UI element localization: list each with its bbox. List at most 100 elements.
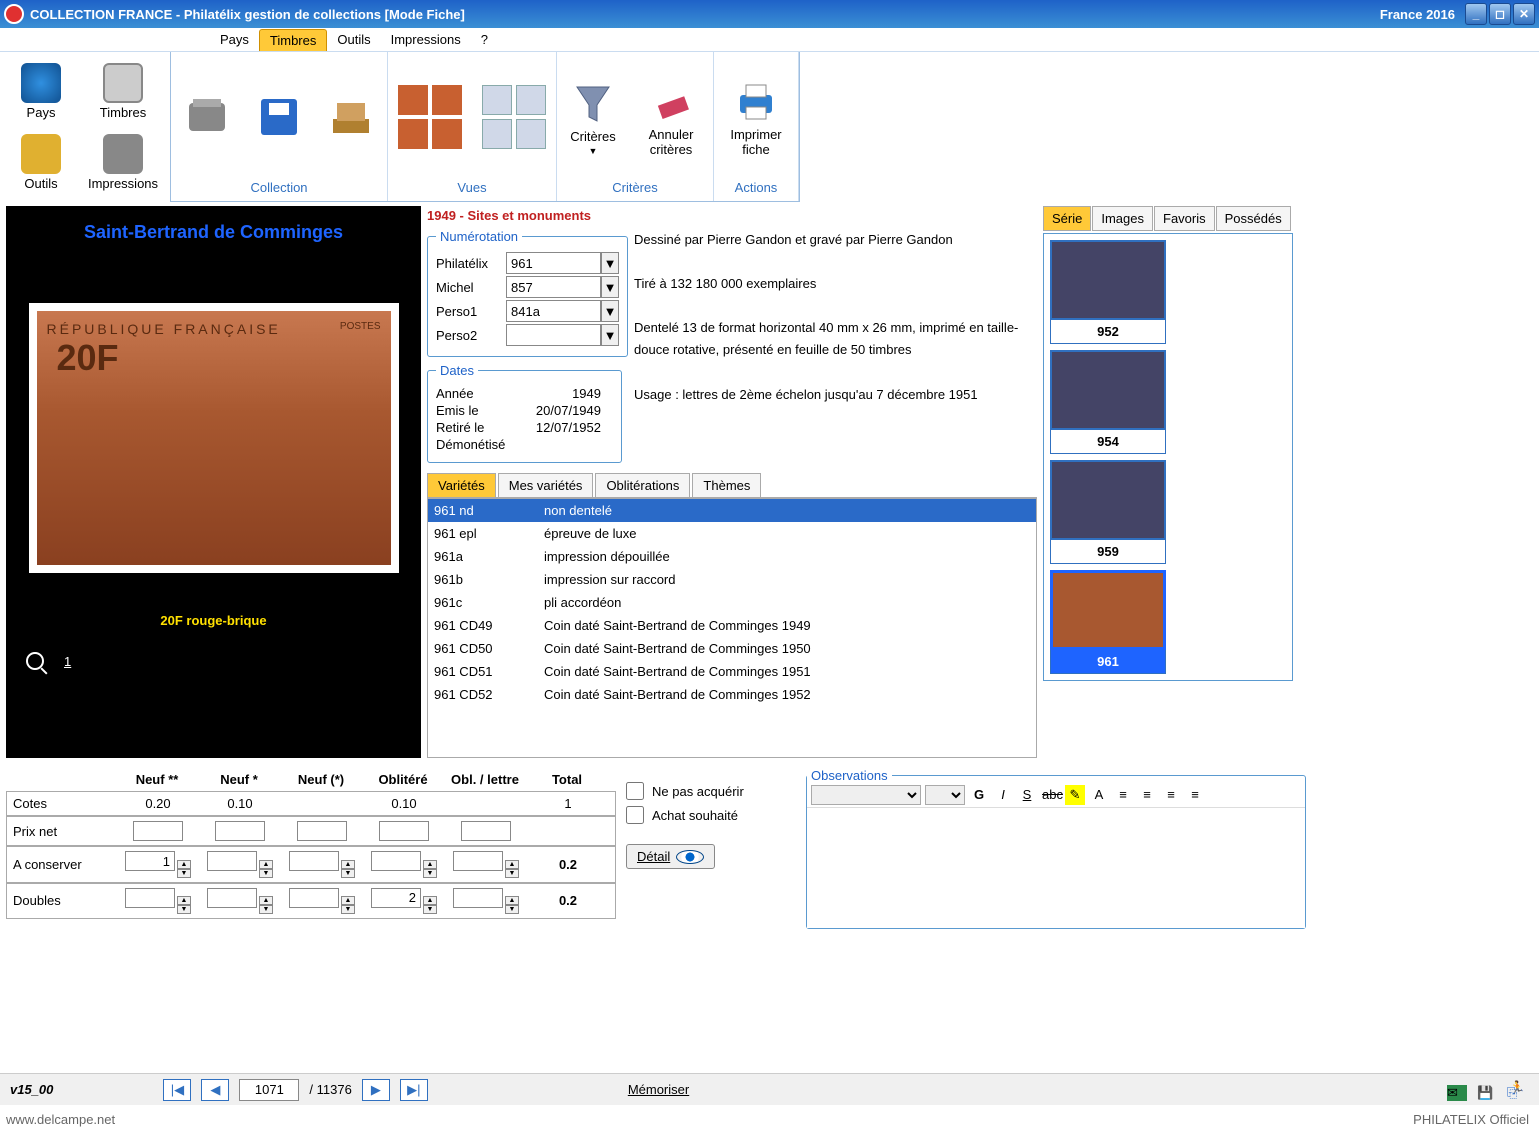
obs-underline[interactable]: S xyxy=(1017,785,1037,805)
nav-prev[interactable]: ◀ xyxy=(201,1079,229,1101)
vue-grid-3[interactable] xyxy=(398,119,428,149)
dbl-obl[interactable] xyxy=(371,888,421,908)
stamp-image[interactable]: RÉPUBLIQUE FRANÇAISEPOSTES 20F xyxy=(29,303,399,573)
obs-size-select[interactable] xyxy=(925,785,965,805)
tab-obliterations[interactable]: Oblitérations xyxy=(595,473,690,497)
rtab-images[interactable]: Images xyxy=(1092,206,1153,231)
variety-list[interactable]: 961 ndnon dentelé961 eplépreuve de luxe9… xyxy=(427,498,1037,758)
dbl-neuf2[interactable] xyxy=(125,888,175,908)
quick-impressions[interactable]: Impressions xyxy=(82,127,164,197)
rtab-serie[interactable]: Série xyxy=(1043,206,1091,231)
cons-neufp[interactable] xyxy=(289,851,339,871)
vue-list-1[interactable] xyxy=(482,85,512,115)
vue-grid-2[interactable] xyxy=(432,85,462,115)
obs-italic[interactable]: I xyxy=(993,785,1013,805)
dbl-neufp[interactable] xyxy=(289,888,339,908)
obs-bold[interactable]: G xyxy=(969,785,989,805)
exit-icon[interactable]: ⎘ xyxy=(1507,1085,1527,1101)
menu-impressions[interactable]: Impressions xyxy=(381,29,471,50)
maximize-button[interactable]: ◻ xyxy=(1489,3,1511,25)
perso2-input[interactable] xyxy=(506,324,601,346)
vue-grid-4[interactable] xyxy=(432,119,462,149)
perso1-input[interactable] xyxy=(506,300,601,322)
save-icon[interactable]: 💾 xyxy=(1477,1085,1497,1101)
thumbnail[interactable]: 959 xyxy=(1050,460,1166,564)
prix-obll[interactable] xyxy=(461,821,511,841)
philatelix-input[interactable] xyxy=(506,252,601,274)
perso2-drop[interactable]: ▼ xyxy=(601,324,619,346)
variety-row[interactable]: 961 ndnon dentelé xyxy=(428,499,1036,522)
obs-align-left[interactable]: ≡ xyxy=(1113,785,1133,805)
variety-row[interactable]: 961aimpression dépouillée xyxy=(428,545,1036,568)
annuler-criteres-button[interactable]: Annuler critères xyxy=(637,73,705,161)
nav-current-input[interactable] xyxy=(239,1079,299,1101)
obs-align-center[interactable]: ≡ xyxy=(1137,785,1157,805)
thumbnail[interactable]: 961 xyxy=(1050,570,1166,674)
row-cotes: Cotes 0.20 0.10 0.10 1 xyxy=(6,791,616,816)
nav-next[interactable]: ▶ xyxy=(362,1079,390,1101)
menu-pays[interactable]: Pays xyxy=(210,29,259,50)
prix-neufp[interactable] xyxy=(297,821,347,841)
collection-drawer-button[interactable] xyxy=(323,89,379,145)
tab-varietes[interactable]: Variétés xyxy=(427,473,496,497)
minimize-button[interactable]: _ xyxy=(1465,3,1487,25)
obs-font-select[interactable] xyxy=(811,785,921,805)
rtab-favoris[interactable]: Favoris xyxy=(1154,206,1215,231)
menu-timbres[interactable]: Timbres xyxy=(259,29,327,51)
thumbnail[interactable]: 952 xyxy=(1050,240,1166,344)
prix-neuf1[interactable] xyxy=(215,821,265,841)
cons-neuf2-spin[interactable]: ▲▼ xyxy=(177,860,191,878)
perso1-drop[interactable]: ▼ xyxy=(601,300,619,322)
variety-row[interactable]: 961 eplépreuve de luxe xyxy=(428,522,1036,545)
variety-row[interactable]: 961 CD49Coin daté Saint-Bertrand de Comm… xyxy=(428,614,1036,637)
imprimer-fiche-button[interactable]: Imprimer fiche xyxy=(722,73,790,161)
prix-obl[interactable] xyxy=(379,821,429,841)
close-button[interactable]: ✕ xyxy=(1513,3,1535,25)
menu-help[interactable]: ? xyxy=(471,29,498,50)
collection-open-button[interactable] xyxy=(179,89,235,145)
quick-timbres[interactable]: Timbres xyxy=(82,56,164,126)
tab-mes-varietes[interactable]: Mes variétés xyxy=(498,473,594,497)
check-achat-souhaite[interactable]: Achat souhaité xyxy=(626,806,796,824)
vue-list-3[interactable] xyxy=(482,119,512,149)
nav-first[interactable]: |◀ xyxy=(163,1079,191,1101)
cons-obl[interactable] xyxy=(371,851,421,871)
variety-row[interactable]: 961 CD52Coin daté Saint-Bertrand de Comm… xyxy=(428,683,1036,706)
criteres-button[interactable]: Critères▼ xyxy=(565,75,621,160)
mail-icon[interactable]: ✉ xyxy=(1447,1085,1467,1101)
obs-color[interactable]: A xyxy=(1089,785,1109,805)
tab-themes[interactable]: Thèmes xyxy=(692,473,761,497)
dbl-neuf1[interactable] xyxy=(207,888,257,908)
menu-outils[interactable]: Outils xyxy=(327,29,380,50)
michel-input[interactable] xyxy=(506,276,601,298)
rtab-possedes[interactable]: Possédés xyxy=(1216,206,1291,231)
nav-last[interactable]: ▶| xyxy=(400,1079,428,1101)
observations-textarea[interactable] xyxy=(807,808,1305,928)
variety-row[interactable]: 961 CD51Coin daté Saint-Bertrand de Comm… xyxy=(428,660,1036,683)
obs-strike[interactable]: abc xyxy=(1041,785,1061,805)
dbl-obll[interactable] xyxy=(453,888,503,908)
collection-save-button[interactable] xyxy=(251,89,307,145)
vue-grid-1[interactable] xyxy=(398,85,428,115)
quick-outils[interactable]: Outils xyxy=(0,127,82,197)
vue-list-2[interactable] xyxy=(516,85,546,115)
vue-list-4[interactable] xyxy=(516,119,546,149)
memoriser-link[interactable]: Mémoriser xyxy=(628,1082,689,1097)
detail-button[interactable]: Détail xyxy=(626,844,715,869)
quick-pays[interactable]: Pays xyxy=(0,56,82,126)
thumbnail[interactable]: 954 xyxy=(1050,350,1166,454)
zoom-icon[interactable] xyxy=(26,652,44,670)
check-ne-pas-acquerir[interactable]: Ne pas acquérir xyxy=(626,782,796,800)
obs-align-right[interactable]: ≡ xyxy=(1161,785,1181,805)
cons-neuf1[interactable] xyxy=(207,851,257,871)
cons-obll[interactable] xyxy=(453,851,503,871)
michel-drop[interactable]: ▼ xyxy=(601,276,619,298)
obs-highlight[interactable]: ✎ xyxy=(1065,785,1085,805)
variety-row[interactable]: 961bimpression sur raccord xyxy=(428,568,1036,591)
variety-row[interactable]: 961 CD50Coin daté Saint-Bertrand de Comm… xyxy=(428,637,1036,660)
cons-neuf2[interactable] xyxy=(125,851,175,871)
variety-row[interactable]: 961cpli accordéon xyxy=(428,591,1036,614)
obs-align-justify[interactable]: ≡ xyxy=(1185,785,1205,805)
philatelix-drop[interactable]: ▼ xyxy=(601,252,619,274)
prix-neuf2[interactable] xyxy=(133,821,183,841)
